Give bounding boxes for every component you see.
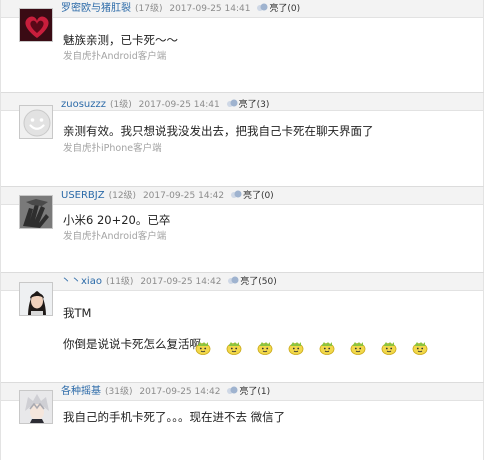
comment-meta: 罗密欧与猪肛裂 (17级) 2017-09-25 14:41 亮了(0) bbox=[61, 3, 300, 15]
comment-meta: 各种摇基 (31级) 2017-09-25 14:42 亮了(1) bbox=[61, 386, 270, 398]
comment-text: 亲测有效。我只想说我没发出去，把我自己卡死在聊天界面了 bbox=[63, 124, 374, 138]
emoji-icon bbox=[195, 342, 211, 355]
emoji-icon bbox=[381, 342, 397, 355]
comment-post: USERBJZ (12级) 2017-09-25 14:42 亮了(0) 小米6 … bbox=[1, 186, 484, 268]
light-button[interactable]: 亮了(0) bbox=[230, 190, 274, 201]
light-icon bbox=[257, 3, 268, 11]
person-avatar-icon[interactable] bbox=[19, 282, 53, 316]
user-level: (31级) bbox=[105, 387, 133, 397]
light-button[interactable]: 亮了(0) bbox=[257, 3, 301, 14]
user-level: (12级) bbox=[108, 191, 137, 201]
comment-text: 我自己的手机卡死了。。。现在进不去 微信了 bbox=[63, 410, 286, 424]
emoji-icon bbox=[319, 342, 335, 355]
light-count: 亮了(1) bbox=[239, 387, 271, 397]
username-link[interactable]: zuosuzzz bbox=[61, 99, 106, 110]
comment-time: 2017-09-25 14:41 bbox=[169, 4, 251, 14]
emoji-icon bbox=[350, 342, 366, 355]
emoji-icon bbox=[288, 342, 304, 355]
hands-avatar-icon[interactable] bbox=[19, 195, 53, 229]
post-source: 发自虎扑Android客户端 bbox=[63, 51, 167, 62]
emoji-icon bbox=[412, 342, 428, 355]
comment-meta: 丶丶xiao (11级) 2017-09-25 14:42 亮了(50) bbox=[61, 276, 277, 288]
light-count: 亮了(50) bbox=[240, 277, 277, 287]
username-link[interactable]: USERBJZ bbox=[61, 190, 105, 201]
light-button[interactable]: 亮了(1) bbox=[227, 386, 271, 397]
comment-text: 我TM bbox=[63, 306, 92, 320]
comment-meta: zuosuzzz (1级) 2017-09-25 14:41 亮了(3) bbox=[61, 99, 269, 111]
post-source: 发自虎扑Android客户端 bbox=[63, 231, 167, 242]
smiley-avatar-icon[interactable] bbox=[19, 105, 53, 139]
comment-post: 丶丶xiao (11级) 2017-09-25 14:42 亮了(50) 我TM … bbox=[1, 272, 484, 382]
comment-time: 2017-09-25 14:41 bbox=[138, 100, 220, 110]
comment-meta: USERBJZ (12级) 2017-09-25 14:42 亮了(0) bbox=[61, 190, 274, 202]
comment-thread: 罗密欧与猪肛裂 (17级) 2017-09-25 14:41 亮了(0) 魅族亲测… bbox=[0, 0, 484, 460]
emoji-icon bbox=[226, 342, 242, 355]
light-icon bbox=[227, 386, 238, 394]
user-level: (11级) bbox=[105, 277, 134, 287]
light-count: 亮了(3) bbox=[238, 100, 270, 110]
light-button[interactable]: 亮了(50) bbox=[228, 276, 277, 287]
comment-text: 小米6 20+20。已卒 bbox=[63, 213, 171, 227]
comment-time: 2017-09-25 14:42 bbox=[139, 387, 221, 397]
light-count: 亮了(0) bbox=[269, 4, 301, 14]
light-count: 亮了(0) bbox=[242, 191, 274, 201]
username-link[interactable]: 丶丶xiao bbox=[61, 276, 102, 287]
anime-avatar-icon[interactable] bbox=[19, 390, 53, 424]
comment-text: 魅族亲测，已卡死～～ bbox=[63, 33, 178, 47]
comment-time: 2017-09-25 14:42 bbox=[142, 191, 225, 201]
light-button[interactable]: 亮了(3) bbox=[226, 99, 270, 110]
comment-post: 各种摇基 (31级) 2017-09-25 14:42 亮了(1) 我自己的手机卡… bbox=[1, 382, 484, 460]
light-icon bbox=[226, 99, 238, 107]
comment-text: 你倒是说说卡死怎么复活啊 bbox=[63, 337, 201, 351]
comment-post: 罗密欧与猪肛裂 (17级) 2017-09-25 14:41 亮了(0) 魅族亲测… bbox=[1, 0, 484, 92]
emoji-icon bbox=[257, 342, 273, 355]
light-icon bbox=[228, 276, 239, 284]
username-link[interactable]: 各种摇基 bbox=[61, 386, 101, 397]
user-level: (17级) bbox=[135, 4, 163, 14]
comment-post: zuosuzzz (1级) 2017-09-25 14:41 亮了(3) 亲测有效… bbox=[1, 92, 484, 186]
light-icon bbox=[230, 190, 242, 198]
username-link[interactable]: 罗密欧与猪肛裂 bbox=[61, 3, 131, 14]
post-source: 发自虎扑iPhone客户端 bbox=[63, 143, 162, 154]
comment-time: 2017-09-25 14:42 bbox=[140, 277, 222, 287]
heart-avatar-icon[interactable] bbox=[19, 8, 53, 42]
user-level: (1级) bbox=[110, 100, 132, 110]
